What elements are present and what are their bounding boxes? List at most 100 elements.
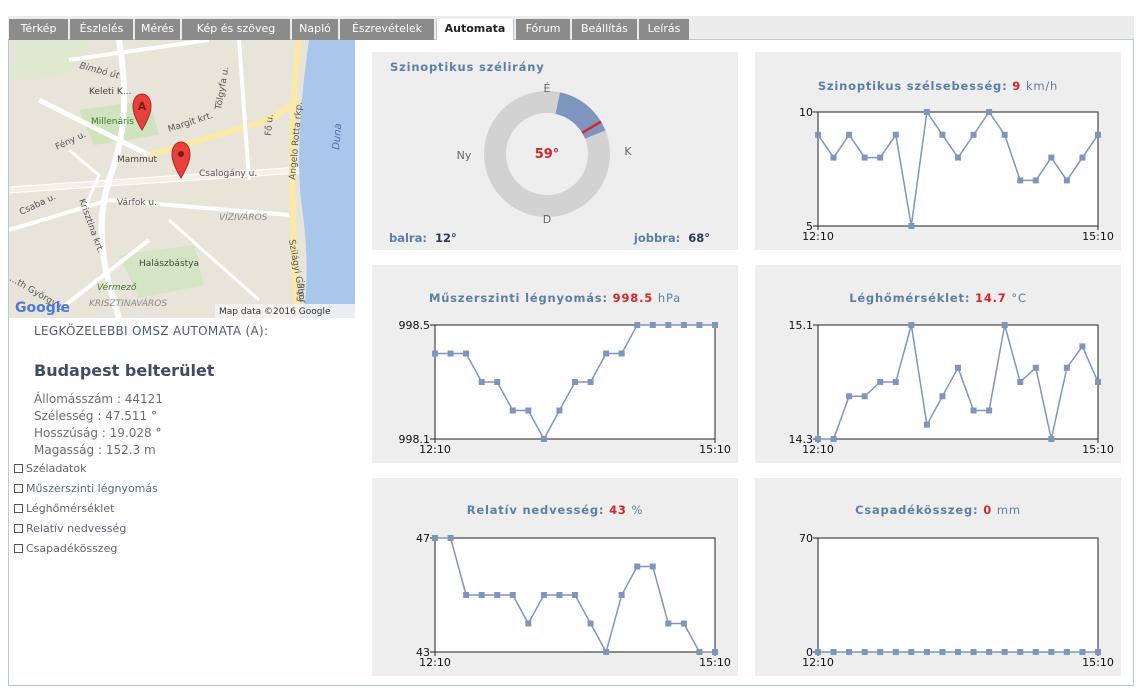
data-point xyxy=(572,379,578,385)
checkbox-box[interactable] xyxy=(14,524,23,533)
humidity-title: Relatív nedvesség: 43 % xyxy=(466,503,644,517)
data-point xyxy=(986,649,993,655)
x-end-label: 15:10 xyxy=(699,656,731,669)
compass-south: D xyxy=(543,213,551,226)
station-latitude: Szélesség : 47.511 ° xyxy=(34,409,157,423)
station-altitude: Magasság : 152.3 m xyxy=(34,443,156,457)
data-point xyxy=(587,379,594,385)
data-point xyxy=(923,109,930,115)
data-point xyxy=(509,592,516,598)
tab-beallitas[interactable]: Beállítás xyxy=(572,19,637,40)
checkbox-nedvesseg[interactable]: Relatív nedvesség xyxy=(14,522,126,535)
checkbox-box[interactable] xyxy=(14,484,23,493)
wind-right-value: 68° xyxy=(688,231,710,245)
checkbox-label: Széladatok xyxy=(26,462,87,475)
map-label-vermezo: Vérmező xyxy=(97,282,137,293)
map-label-varfok: Várfok u. xyxy=(117,198,157,208)
map-label-keleti: Keleti K... xyxy=(89,87,131,97)
map-attribution: Map data ©2016 Google xyxy=(219,307,331,317)
tab-meres[interactable]: Mérés xyxy=(135,19,180,40)
data-point xyxy=(970,649,977,655)
tab-leiras[interactable]: Leírás xyxy=(639,19,689,40)
data-point xyxy=(846,131,853,138)
data-point xyxy=(603,350,610,357)
data-point xyxy=(846,649,853,655)
data-point xyxy=(649,563,656,570)
data-point xyxy=(587,620,594,627)
data-point xyxy=(1095,379,1101,385)
data-point xyxy=(649,322,656,328)
data-point xyxy=(986,109,993,115)
data-point xyxy=(1079,154,1086,161)
wind-direction-value: 59° xyxy=(535,147,560,162)
data-point xyxy=(908,322,915,328)
wind-right-label: jobbra: xyxy=(633,231,680,245)
data-point xyxy=(955,364,961,371)
data-point xyxy=(955,649,961,655)
tab-kep-es-szoveg[interactable]: Kép és szöveg xyxy=(182,19,290,40)
wind-gauge: Szinoptikus szélirány 59° É D K Ny balra… xyxy=(389,60,710,245)
data-point xyxy=(1032,177,1039,184)
x-start-label: 12:10 xyxy=(802,656,834,669)
data-point xyxy=(447,350,454,357)
data-point xyxy=(603,649,610,655)
x-start-label: 12:10 xyxy=(802,230,834,243)
data-point xyxy=(665,620,672,627)
checkbox-leghomerseklet[interactable]: Léghőmérséklet xyxy=(14,502,114,515)
map-view[interactable]: Bimbó út Keleti K... Millenáris Margit k… xyxy=(9,40,355,318)
data-point xyxy=(1032,364,1039,371)
google-logo: Google xyxy=(15,300,70,316)
y-max-label: 998.5 xyxy=(399,319,431,332)
map-canvas[interactable]: Bimbó út Keleti K... Millenáris Margit k… xyxy=(9,40,355,318)
data-point xyxy=(540,436,547,442)
x-end-label: 15:10 xyxy=(1082,443,1114,456)
data-point xyxy=(986,407,993,414)
checkbox-label: Léghőmérséklet xyxy=(26,502,115,515)
tab-eszleles[interactable]: Észlelés xyxy=(70,19,133,40)
checkbox-label: Műszerszinti légnyomás xyxy=(26,482,158,495)
data-point xyxy=(1063,649,1070,655)
data-point xyxy=(1001,649,1008,655)
data-point xyxy=(432,535,438,541)
data-point xyxy=(815,436,821,442)
nearest-station-label: LEGKÖZELEBBI OMSZ AUTOMATA (A): xyxy=(34,324,269,338)
checkbox-legnyomas[interactable]: Műszerszinti légnyomás xyxy=(14,482,158,495)
checkbox-szeladatok[interactable]: Széladatok xyxy=(14,462,86,475)
tab-naplo[interactable]: Napló xyxy=(292,19,338,40)
tab-eszrevetelek[interactable]: Észrevételek xyxy=(340,19,434,40)
data-point xyxy=(815,131,821,138)
data-point xyxy=(556,592,563,598)
data-point xyxy=(892,379,899,385)
data-point xyxy=(830,436,837,442)
tab-automata[interactable]: Automata xyxy=(436,19,514,40)
checkbox-box[interactable] xyxy=(14,464,23,473)
data-point xyxy=(939,131,946,138)
checkbox-box[interactable] xyxy=(14,504,23,513)
wind-left-row: balra: 12° xyxy=(389,231,457,245)
data-point xyxy=(846,393,853,400)
data-point xyxy=(955,154,961,161)
plot-area xyxy=(817,324,1099,440)
data-point xyxy=(861,649,868,655)
wind-direction-panel: Szinoptikus szélirány 59° É D K Ny balra… xyxy=(372,52,738,250)
map-label-millenaris: Millenáris xyxy=(91,117,134,127)
compass-east: K xyxy=(624,145,632,158)
data-point xyxy=(1048,436,1055,442)
data-point xyxy=(892,649,899,655)
data-point xyxy=(712,322,718,328)
data-point xyxy=(696,649,703,655)
x-end-label: 15:10 xyxy=(1082,230,1114,243)
checkbox-label: Relatív nedvesség xyxy=(26,522,127,535)
data-point xyxy=(1017,177,1024,184)
data-point xyxy=(1063,177,1070,184)
data-point xyxy=(618,592,625,598)
precipitation-title: Csapadékösszeg: 0 mm xyxy=(855,503,1021,517)
data-point xyxy=(432,350,438,357)
checkbox-box[interactable] xyxy=(14,544,23,553)
tab-forum[interactable]: Fórum xyxy=(516,19,570,40)
checkbox-csapadek[interactable]: Csapadékösszeg xyxy=(14,542,117,555)
data-point xyxy=(923,649,930,655)
temperature-title: Léghőmérséklet: 14.7 °C xyxy=(849,291,1027,305)
data-point xyxy=(447,535,454,541)
tab-terkep[interactable]: Térkép xyxy=(9,19,68,40)
